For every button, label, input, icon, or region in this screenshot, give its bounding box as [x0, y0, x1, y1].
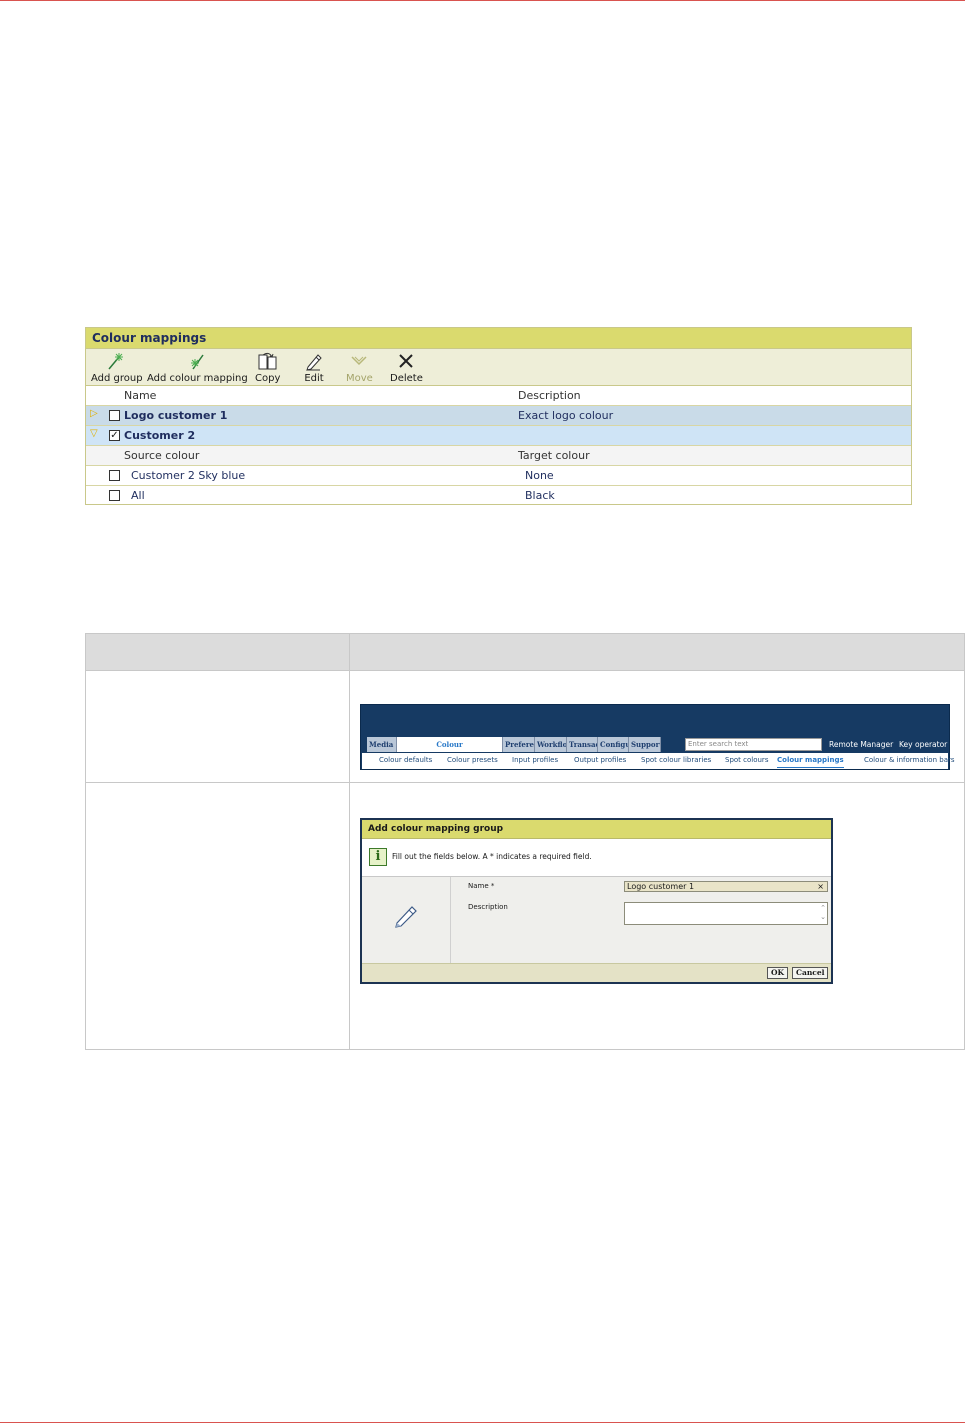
name-label: Name * — [468, 882, 495, 890]
group-name: Customer 2 — [124, 429, 196, 442]
sparkle-wand-icon — [147, 351, 248, 371]
colour-mappings-panel: Colour mappings Add group Add colour map… — [85, 327, 912, 505]
top-rule — [0, 0, 965, 1]
group-name: Logo customer 1 — [124, 409, 228, 422]
clear-icon[interactable]: × — [817, 882, 824, 891]
dialog-icon-panel — [362, 877, 451, 963]
name-value: Logo customer 1 — [627, 882, 695, 891]
copy-icon — [255, 351, 280, 371]
cancel-button[interactable]: Cancel — [792, 967, 829, 979]
panel-title: Colour mappings — [86, 328, 911, 349]
info-icon: i — [369, 848, 387, 866]
tab-configuration[interactable]: Configu — [598, 737, 629, 752]
tab-colour[interactable]: Colour — [397, 737, 503, 752]
row-checkbox-checked[interactable]: ✓ — [109, 430, 120, 441]
bottom-rule — [0, 1422, 965, 1423]
info-text: Fill out the fields below. A * indicates… — [392, 852, 592, 861]
chevron-down-icon — [346, 351, 373, 371]
table-header — [86, 634, 964, 670]
subtab-input-profiles[interactable]: Input profiles — [512, 756, 558, 764]
dialog-info-bar: i Fill out the fields below. A * indicat… — [362, 839, 831, 877]
description-field[interactable]: ⌃ ⌄ — [624, 902, 828, 925]
close-icon — [390, 351, 423, 371]
remote-manager-link[interactable]: Remote Manager — [829, 740, 893, 749]
copy-button[interactable]: Copy — [255, 351, 280, 384]
key-operator-link[interactable]: Key operator — [899, 740, 947, 749]
column-source-colour: Source colour — [124, 449, 200, 462]
search-input[interactable]: Enter search text — [685, 738, 822, 751]
spinner-icon[interactable]: ⌃ ⌄ — [820, 904, 826, 922]
column-target-colour: Target colour — [518, 449, 590, 462]
subtab-colour-information-bars[interactable]: Colour & information bars — [864, 756, 955, 764]
expand-arrow-icon[interactable]: ▷ — [90, 408, 98, 419]
tab-media[interactable]: Media — [367, 737, 397, 752]
subtab-colour-defaults[interactable]: Colour defaults — [379, 756, 432, 764]
mapping-row[interactable]: All Black — [86, 486, 911, 506]
ok-button[interactable]: OK — [767, 967, 789, 979]
target-colour: Black — [525, 489, 555, 502]
subtab-colour-presets[interactable]: Colour presets — [447, 756, 498, 764]
subtab-spot-colours[interactable]: Spot colours — [725, 756, 768, 764]
subtab-colour-mappings[interactable]: Colour mappings — [777, 756, 844, 768]
row-checkbox[interactable] — [109, 470, 120, 481]
mapping-row[interactable]: Customer 2 Sky blue None — [86, 466, 911, 486]
source-colour: All — [131, 489, 145, 502]
name-field[interactable]: Logo customer 1 × — [624, 881, 828, 892]
add-group-button[interactable]: Add group — [91, 351, 143, 384]
tab-transactions[interactable]: Transac — [567, 737, 598, 752]
column-header-row: Name Description — [86, 386, 911, 406]
delete-button[interactable]: Delete — [390, 351, 423, 384]
dialog-footer: OK Cancel — [362, 963, 831, 982]
tab-workflow[interactable]: Workflo — [535, 737, 567, 752]
sub-header-row: Source colour Target colour — [86, 446, 911, 466]
subtab-output-profiles[interactable]: Output profiles — [574, 756, 626, 764]
source-colour: Customer 2 Sky blue — [131, 469, 246, 482]
edit-button[interactable]: Edit — [304, 351, 324, 384]
collapse-arrow-icon[interactable]: ▽ — [90, 428, 98, 439]
description-label: Description — [468, 903, 508, 911]
column-name[interactable]: Name — [124, 389, 156, 402]
tab-support[interactable]: Support — [629, 737, 661, 752]
group-row[interactable]: ▷ Logo customer 1 Exact logo colour — [86, 406, 911, 426]
pencil-icon — [304, 351, 324, 371]
navigation-screenshot: Media Colour Preferen Workflo Transac Co… — [360, 704, 955, 770]
row-checkbox[interactable] — [109, 410, 120, 421]
dialog-title: Add colour mapping group — [362, 820, 831, 839]
pencil-icon — [393, 903, 419, 933]
sparkle-wand-icon — [91, 351, 143, 371]
main-tabs: Media Colour Preferen Workflo Transac Co… — [367, 737, 663, 752]
add-colour-mapping-group-dialog: Add colour mapping group i Fill out the … — [360, 818, 833, 984]
toolbar: Add group Add colour mapping Copy Edit M… — [86, 349, 911, 386]
target-colour: None — [525, 469, 554, 482]
dialog-body: Name * Logo customer 1 × Description ⌃ ⌄ — [362, 877, 831, 963]
move-button[interactable]: Move — [346, 351, 373, 384]
row-divider — [86, 782, 964, 783]
row-checkbox[interactable] — [109, 490, 120, 501]
row-divider — [86, 670, 964, 671]
subtab-spot-colour-libraries[interactable]: Spot colour libraries — [641, 756, 711, 764]
group-description: Exact logo colour — [518, 409, 614, 422]
column-divider — [349, 634, 350, 1049]
add-colour-mapping-button[interactable]: Add colour mapping — [147, 351, 248, 384]
sub-tabs: Colour defaults Colour presets Input pro… — [362, 753, 955, 769]
column-description[interactable]: Description — [518, 389, 581, 402]
group-row[interactable]: ▽ ✓ Customer 2 — [86, 426, 911, 446]
tab-preferences[interactable]: Preferen — [503, 737, 535, 752]
